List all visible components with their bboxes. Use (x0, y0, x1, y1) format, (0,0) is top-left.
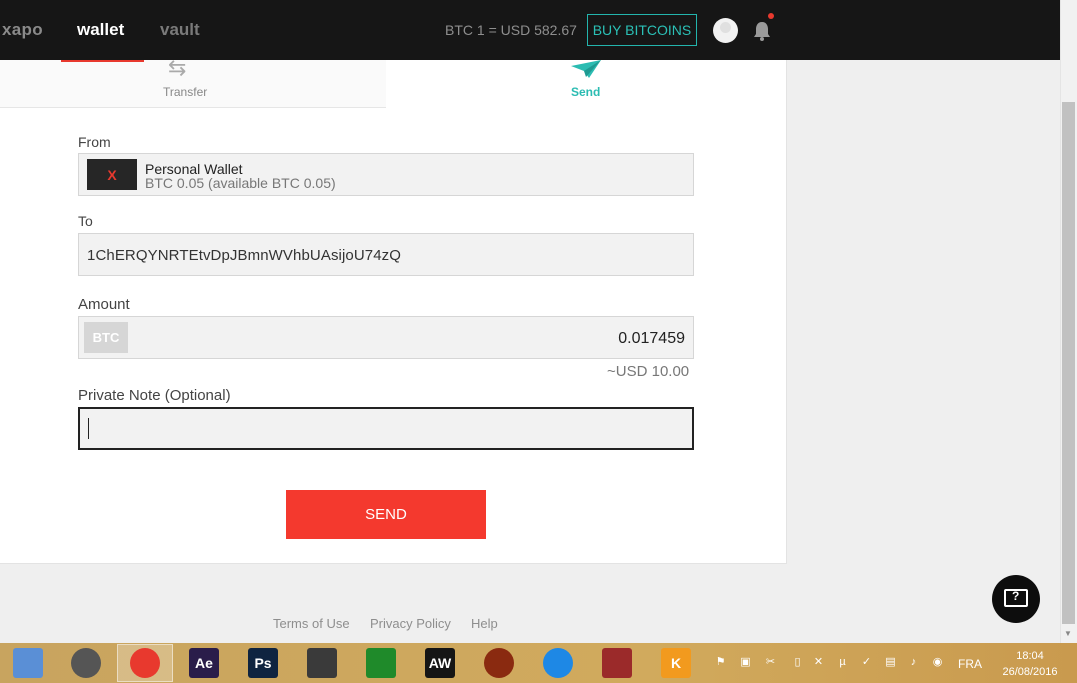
chat-button[interactable]: ? (992, 575, 1040, 623)
chat-question-mark: ? (1012, 589, 1020, 603)
clock-date[interactable]: 26/08/2016 (1000, 666, 1060, 678)
film-reel-icon[interactable] (71, 648, 101, 678)
clock-time[interactable]: 18:04 (1000, 650, 1060, 662)
amount-label: Amount (78, 296, 130, 313)
scrollbar-thumb[interactable] (1062, 102, 1075, 624)
tab-transfer[interactable]: ⇆ Transfer (0, 55, 386, 108)
to-address-field[interactable]: 1ChERQYNRTEtvDpJBmnWVhbUAsijoU74zQ (78, 233, 694, 276)
utorrent-icon[interactable]: µ (836, 656, 849, 669)
after-effects-icon[interactable]: Ae (189, 648, 219, 678)
currency-badge: BTC (84, 322, 128, 353)
brand-logo[interactable]: xapo (2, 20, 43, 40)
private-note-input[interactable] (78, 407, 694, 450)
text-caret (88, 418, 89, 439)
internet-explorer-icon[interactable] (543, 648, 573, 678)
tab-transfer-label: Transfer (163, 85, 208, 99)
sync-icon[interactable]: ✓ (860, 656, 873, 669)
tab-send-label[interactable]: Send (571, 85, 600, 99)
amount-value: 0.017459 (618, 330, 685, 347)
scroll-down-arrow-icon[interactable]: ▼ (1064, 629, 1072, 638)
bell-icon[interactable] (752, 20, 772, 42)
calculator-icon[interactable] (366, 648, 396, 678)
amount-field[interactable]: BTC 0.017459 (78, 316, 694, 359)
privacy-link[interactable]: Privacy Policy (370, 616, 451, 631)
wallet-balance: BTC 0.05 (available BTC 0.05) (145, 175, 336, 191)
battery-icon[interactable]: ▯ (791, 656, 804, 669)
game-character-icon[interactable] (484, 648, 514, 678)
security-icon[interactable]: ✕ (812, 656, 825, 669)
help-link[interactable]: Help (471, 616, 498, 631)
world-of-tanks-icon[interactable] (307, 648, 337, 678)
chrome-icon[interactable] (130, 648, 160, 678)
note-label: Private Note (Optional) (78, 387, 231, 404)
usd-equivalent: ~USD 10.00 (607, 363, 690, 380)
paper-plane-icon[interactable] (571, 60, 601, 78)
wallet-thumbnail: X (87, 159, 137, 190)
nav-wallet[interactable]: wallet (77, 20, 124, 40)
notification-dot (768, 13, 774, 19)
send-card: ⇆ Transfer Send From X Personal Wallet B… (0, 55, 787, 564)
active-tab-accent (61, 60, 144, 62)
flag-icon[interactable]: ⚑ (714, 656, 727, 669)
buy-bitcoins-button[interactable]: BUY BITCOINS (587, 14, 697, 46)
send-button[interactable]: SEND (286, 490, 486, 539)
network-icon[interactable]: ▤ (884, 656, 897, 669)
top-navigation: xapo wallet vault BTC 1 = USD 582.67 BUY… (0, 0, 1060, 60)
to-label: To (78, 213, 93, 229)
photoshop-icon[interactable]: Ps (248, 648, 278, 678)
tool-icon[interactable]: ✂ (764, 656, 777, 669)
language-indicator[interactable]: FRA (958, 657, 982, 671)
aw-icon[interactable]: AW (425, 648, 455, 678)
globe-icon[interactable]: ◉ (931, 656, 944, 669)
folder-icon[interactable] (602, 648, 632, 678)
from-wallet-select[interactable]: X Personal Wallet BTC 0.05 (available BT… (78, 153, 694, 196)
from-label: From (78, 134, 111, 150)
terms-link[interactable]: Terms of Use (273, 616, 350, 631)
volume-icon[interactable]: ♪ (907, 656, 920, 669)
monitor-icon[interactable]: ▣ (739, 656, 752, 669)
nav-vault[interactable]: vault (160, 20, 200, 40)
user-avatar[interactable] (713, 18, 738, 43)
file-explorer-icon[interactable] (13, 648, 43, 678)
transfer-arrows-icon: ⇆ (168, 55, 187, 80)
kmplayer-icon[interactable]: K (661, 648, 691, 678)
to-address-value: 1ChERQYNRTEtvDpJBmnWVhbUAsijoU74zQ (87, 247, 402, 264)
btc-rate: BTC 1 = USD 582.67 (445, 22, 577, 38)
